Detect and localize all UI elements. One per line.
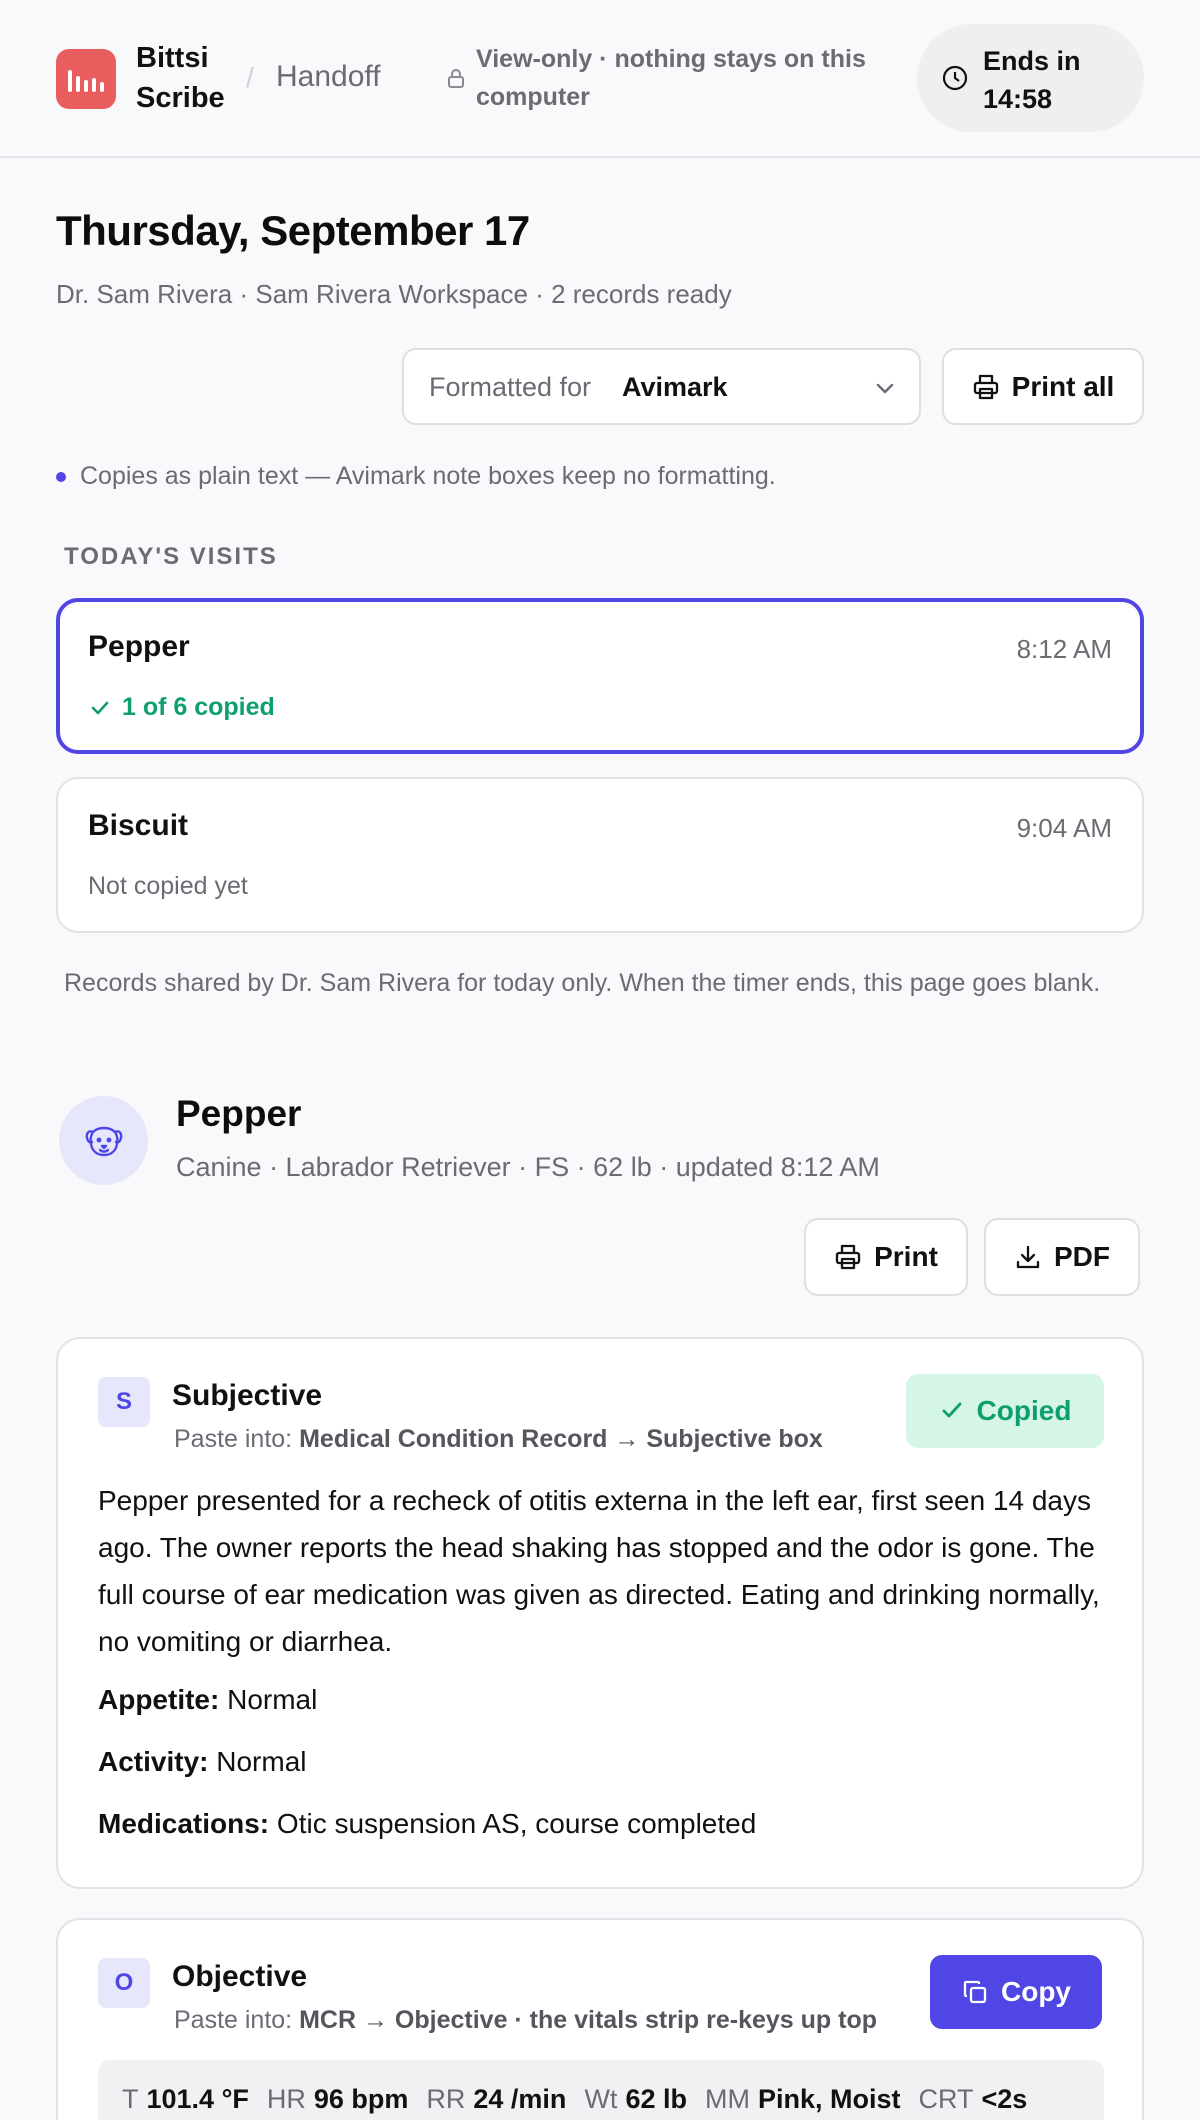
field-value: Otic suspension AS, course completed <box>276 1808 757 1839</box>
pet-meta: Canine · Labrador Retriever · FS · 62 lb… <box>176 1152 880 1182</box>
print-all-button[interactable]: Print all <box>942 348 1144 425</box>
section-title: Subjective <box>172 1379 323 1412</box>
format-label: Formatted for <box>429 372 592 402</box>
view-only-notice: View-only · nothing stays on this comput… <box>476 45 866 111</box>
visit-status: 1 of 6 copied <box>88 693 275 722</box>
visit-status-text: 1 of 6 copied <box>122 693 275 721</box>
page-title: Thursday, September 17 <box>56 207 530 254</box>
pet-name: Pepper <box>176 1093 302 1134</box>
pet-avatar <box>59 1096 148 1185</box>
vital-value: 101.4 °F <box>146 2084 249 2114</box>
print-all-label: Print all <box>1011 370 1115 402</box>
vital-value: 62 lb <box>625 2084 687 2114</box>
brand-separator: / <box>246 62 254 93</box>
subjective-text: Pepper presented for a recheck of otitis… <box>98 1485 1100 1657</box>
vital-value: <2s <box>981 2084 1028 2114</box>
field-label: Medications: <box>98 1808 270 1839</box>
field-medications: Medications: Otic suspension AS, course … <box>98 1808 756 1840</box>
pdf-label: PDF <box>1054 1241 1110 1272</box>
paste-prefix: Paste into: <box>174 1425 293 1453</box>
page-subtitle: Dr. Sam Rivera · Sam Rivera Workspace · … <box>56 279 732 309</box>
copy-label: Copy <box>1001 1976 1071 2007</box>
paste-hint: Paste into: MCR → Objective · the vitals… <box>174 2006 877 2035</box>
print-label: Print <box>874 1241 938 1272</box>
field-label: Activity: <box>98 1746 209 1777</box>
section-title: Objective <box>172 1960 308 1993</box>
format-note-text: Copies as plain text — Avimark note boxe… <box>80 462 776 490</box>
copied-button[interactable]: Copied <box>906 1374 1104 1448</box>
bars-logo-icon <box>56 49 116 109</box>
visit-time: 9:04 AM <box>1016 813 1112 843</box>
vital-mucous-membranes: MM Pink, Moist <box>705 2084 901 2115</box>
visit-name: Pepper <box>88 630 190 663</box>
check-icon <box>91 701 109 714</box>
lock-icon <box>448 69 464 88</box>
session-timer: Ends in 14:58 <box>917 24 1144 132</box>
vital-resp-rate: RR 24 /min <box>426 2084 566 2115</box>
field-appetite: Appetite: Normal <box>98 1684 317 1716</box>
chevron-down-icon <box>876 383 894 394</box>
field-value: Normal <box>216 1746 307 1777</box>
vital-key: T <box>122 2084 139 2114</box>
visits-label: TODAY'S VISITS <box>64 543 278 570</box>
check-icon <box>942 1402 961 1418</box>
vital-key: Wt <box>584 2084 618 2114</box>
vital-heart-rate: HR 96 bpm <box>267 2084 409 2115</box>
objective-card: O Objective Paste into: MCR → Objective … <box>56 1918 1144 2120</box>
clock-icon <box>942 65 968 91</box>
note-bullet <box>56 471 66 482</box>
visit-time: 8:12 AM <box>1016 634 1112 664</box>
section-name: Handoff <box>276 60 381 93</box>
visit-card-pepper[interactable]: Pepper 8:12 AM 1 of 6 copied <box>56 598 1144 754</box>
vital-temperature: T 101.4 °F <box>122 2084 249 2115</box>
format-select[interactable]: Formatted for Avimark <box>402 348 921 425</box>
timer-text: Ends in 14:58 <box>983 46 1081 114</box>
top-bar: Bittsi Scribe / Handoff View-only · nothi… <box>0 0 1200 158</box>
vital-key: HR <box>266 2084 306 2114</box>
vital-crt: CRT <2s <box>918 2084 1027 2115</box>
format-note: Copies as plain text — Avimark note boxe… <box>56 462 776 491</box>
vital-value: Pink, Moist <box>757 2084 901 2114</box>
visit-name: Biscuit <box>88 809 189 842</box>
section-badge: O <box>98 1958 150 2008</box>
copied-label: Copied <box>976 1395 1072 1426</box>
dog-icon <box>85 1126 122 1156</box>
subjective-card: S Subjective Paste into: Medical Conditi… <box>56 1337 1144 1889</box>
copy-icon <box>963 1980 987 2004</box>
share-disclaimer: Records shared by Dr. Sam Rivera for tod… <box>64 969 1101 997</box>
vital-value: 96 bpm <box>313 2084 409 2114</box>
vitals-strip: T 101.4 °F HR 96 bpm RR 24 /min Wt 62 lb MM P… <box>98 2060 1104 2120</box>
visit-status-text: Not copied yet <box>88 872 248 900</box>
printer-icon <box>973 374 998 399</box>
field-value: Normal <box>227 1684 318 1715</box>
visit-card-biscuit[interactable]: Biscuit 9:04 AM Not copied yet <box>56 777 1144 933</box>
pdf-button[interactable]: PDF <box>984 1218 1140 1296</box>
paste-target: Medical Condition Record → Subjective bo… <box>299 1425 823 1453</box>
section-badge: S <box>98 1377 150 1427</box>
vital-key: CRT <box>918 2084 974 2114</box>
brand-name: Bittsi Scribe <box>136 42 225 114</box>
copy-button[interactable]: Copy <box>930 1955 1102 2029</box>
visit-status: Not copied yet <box>88 872 248 901</box>
vital-weight: Wt 62 lb <box>584 2084 687 2115</box>
vital-value: 24 /min <box>473 2084 567 2114</box>
field-label: Appetite: <box>98 1684 220 1715</box>
printer-icon <box>835 1244 861 1270</box>
print-button[interactable]: Print <box>804 1218 968 1296</box>
vital-key: MM <box>704 2084 750 2114</box>
paste-hint: Paste into: Medical Condition Record → S… <box>174 1425 823 1454</box>
vital-key: RR <box>426 2084 466 2114</box>
paste-target: MCR → Objective · the vitals strip re-ke… <box>299 2006 877 2034</box>
download-icon <box>1016 1245 1040 1269</box>
format-value: Avimark <box>622 372 728 402</box>
field-activity: Activity: Normal <box>98 1746 306 1778</box>
paste-prefix: Paste into: <box>174 2006 293 2034</box>
